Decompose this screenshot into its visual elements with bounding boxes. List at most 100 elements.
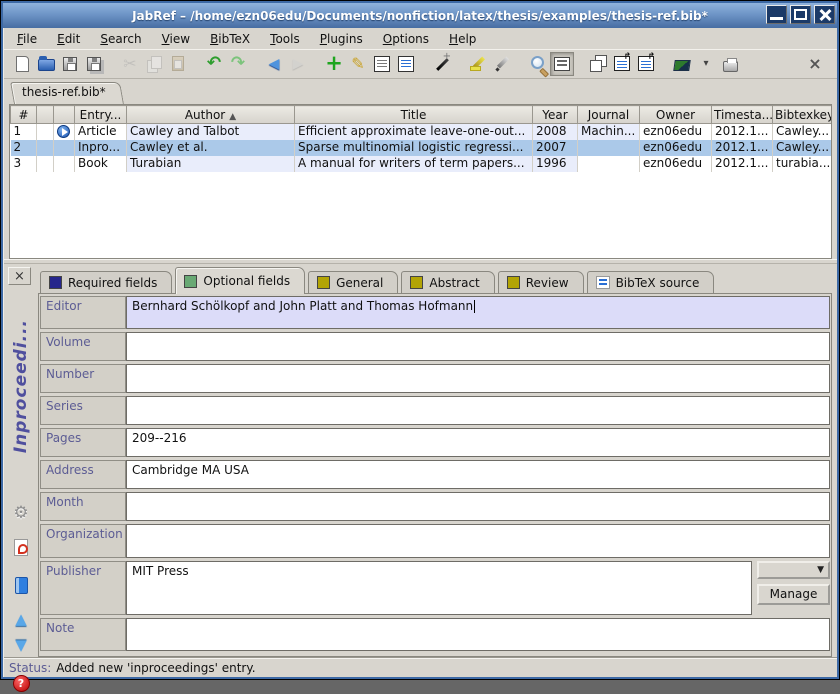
table-cell[interactable] bbox=[37, 140, 54, 156]
table-cell[interactable]: Turabian bbox=[127, 156, 295, 172]
publisher-field[interactable]: MIT Press bbox=[126, 561, 752, 615]
tab-bibtex-source[interactable]: BibTeX source bbox=[587, 271, 715, 293]
help-button[interactable]: ? bbox=[9, 672, 33, 694]
note-field[interactable] bbox=[126, 618, 830, 651]
copy-button[interactable] bbox=[142, 52, 166, 76]
menu-view[interactable]: View bbox=[155, 30, 197, 48]
highlight-marker-button[interactable] bbox=[466, 52, 490, 76]
copy-entries-button[interactable] bbox=[586, 52, 610, 76]
push-to-application-button[interactable] bbox=[610, 52, 634, 76]
menu-bibtex[interactable]: BibTeX bbox=[203, 30, 257, 48]
close-button[interactable] bbox=[814, 5, 835, 24]
table-cell[interactable]: A manual for writers of term papers... bbox=[295, 156, 533, 172]
table-row[interactable]: 3BookTurabianA manual for writers of ter… bbox=[11, 156, 833, 172]
url-link-icon[interactable] bbox=[57, 125, 70, 138]
push-dropdown-arrow-button[interactable]: ▾ bbox=[694, 52, 718, 76]
table-cell[interactable]: 2 bbox=[11, 140, 37, 156]
edit-preamble-button[interactable] bbox=[370, 52, 394, 76]
column-header-author[interactable]: Author▲ bbox=[127, 106, 295, 124]
table-cell[interactable] bbox=[578, 140, 640, 156]
push-to-editor-button[interactable] bbox=[634, 52, 658, 76]
table-cell[interactable]: Cawley et al. bbox=[127, 140, 295, 156]
table-cell[interactable]: Inpro... bbox=[75, 140, 127, 156]
save-database-as-button[interactable] bbox=[82, 52, 106, 76]
table-cell[interactable]: ezn06edu bbox=[640, 124, 712, 140]
table-cell[interactable] bbox=[54, 124, 75, 140]
column-header-timesta[interactable]: Timesta... bbox=[712, 106, 773, 124]
address-field[interactable]: Cambridge MA USA bbox=[126, 460, 830, 489]
edit-strings-button[interactable] bbox=[394, 52, 418, 76]
table-cell[interactable]: Cawley... bbox=[773, 140, 833, 156]
table-cell[interactable]: 3 bbox=[11, 156, 37, 172]
unmark-pen-button[interactable] bbox=[490, 52, 514, 76]
table-cell[interactable]: Sparse multinomial logistic regressi... bbox=[295, 140, 533, 156]
volume-field[interactable] bbox=[126, 332, 830, 361]
column-header-year[interactable]: Year bbox=[533, 106, 578, 124]
close-button[interactable]: × bbox=[803, 52, 827, 76]
publisher-combo-box[interactable]: ▼ bbox=[757, 561, 830, 579]
search-button[interactable] bbox=[526, 52, 550, 76]
menu-file[interactable]: File bbox=[10, 30, 44, 48]
entry-editor-close-button[interactable]: × bbox=[8, 267, 31, 285]
table-cell[interactable]: Article bbox=[75, 124, 127, 140]
next-entry-button[interactable]: ▼ bbox=[9, 634, 33, 656]
column-header-journal[interactable]: Journal bbox=[578, 106, 640, 124]
back-button[interactable]: ◀ bbox=[262, 52, 286, 76]
column-header-title[interactable]: Title bbox=[295, 106, 533, 124]
table-cell[interactable]: ezn06edu bbox=[640, 156, 712, 172]
column-header-entry[interactable]: Entry... bbox=[75, 106, 127, 124]
table-cell[interactable]: Machin... bbox=[578, 124, 640, 140]
table-cell[interactable] bbox=[54, 140, 75, 156]
save-database-button[interactable] bbox=[58, 52, 82, 76]
open-pdf-button[interactable] bbox=[9, 536, 33, 558]
tab-review[interactable]: Review bbox=[498, 271, 584, 293]
tab-general[interactable]: General bbox=[308, 271, 398, 293]
redo-button[interactable]: ↷ bbox=[226, 52, 250, 76]
edit-entry-button[interactable]: ✎ bbox=[346, 52, 370, 76]
number-field[interactable] bbox=[126, 364, 830, 393]
maximize-button[interactable] bbox=[790, 5, 811, 24]
column-header-col2[interactable] bbox=[54, 106, 75, 124]
tab-abstract[interactable]: Abstract bbox=[401, 271, 494, 293]
month-field[interactable] bbox=[126, 492, 830, 521]
new-database-button[interactable] bbox=[10, 52, 34, 76]
toggle-search-panel-button[interactable] bbox=[550, 52, 574, 76]
table-row[interactable]: 2 Inpro...Cawley et al.Sparse multinomial… bbox=[11, 140, 833, 156]
table-cell[interactable]: 1 bbox=[11, 124, 37, 140]
column-header-#[interactable]: # bbox=[11, 106, 37, 124]
table-cell[interactable]: ezn06edu bbox=[640, 140, 712, 156]
editor-field[interactable]: Bernhard Schölkopf and John Platt and Th… bbox=[126, 296, 830, 329]
menu-help[interactable]: Help bbox=[442, 30, 483, 48]
column-header-col1[interactable] bbox=[37, 106, 54, 124]
pages-field[interactable]: 209--216 bbox=[126, 428, 830, 457]
open-database-button[interactable] bbox=[34, 52, 58, 76]
menu-options[interactable]: Options bbox=[376, 30, 436, 48]
menu-tools[interactable]: Tools bbox=[263, 30, 307, 48]
previous-entry-button[interactable]: ▲ bbox=[9, 608, 33, 630]
table-cell[interactable] bbox=[54, 156, 75, 172]
menu-edit[interactable]: Edit bbox=[50, 30, 87, 48]
settings-gear-button[interactable]: ⚙ bbox=[9, 502, 33, 524]
title-bar[interactable]: JabRef – /home/ezn06edu/Documents/nonfic… bbox=[3, 3, 837, 28]
organization-field[interactable] bbox=[126, 524, 830, 558]
column-header-bibtexkey[interactable]: Bibtexkey bbox=[773, 106, 833, 124]
table-cell[interactable]: Cawley and Talbot bbox=[127, 124, 295, 140]
generate-key-wand-button[interactable] bbox=[9, 468, 33, 490]
table-cell[interactable]: 2008 bbox=[533, 124, 578, 140]
menu-plugins[interactable]: Plugins bbox=[313, 30, 370, 48]
table-row[interactable]: 1 ArticleCawley and TalbotEfficient appro… bbox=[11, 124, 833, 140]
table-cell[interactable] bbox=[578, 156, 640, 172]
table-cell[interactable]: Efficient approximate leave-one-out... bbox=[295, 124, 533, 140]
new-entry-button[interactable]: + bbox=[322, 52, 346, 76]
database-tab[interactable]: thesis-ref.bib* bbox=[12, 82, 122, 104]
tab-optional-fields[interactable]: Optional fields bbox=[175, 267, 305, 294]
paste-button[interactable] bbox=[166, 52, 190, 76]
table-cell[interactable]: 2012.1... bbox=[712, 140, 773, 156]
tab-required-fields[interactable]: Required fields bbox=[40, 271, 172, 293]
table-cell[interactable] bbox=[37, 156, 54, 172]
forward-button[interactable]: ▶ bbox=[286, 52, 310, 76]
open-file-button[interactable] bbox=[9, 574, 33, 596]
cut-button[interactable]: ✂ bbox=[118, 52, 142, 76]
series-field[interactable] bbox=[126, 396, 830, 425]
minimize-button[interactable] bbox=[766, 5, 787, 24]
